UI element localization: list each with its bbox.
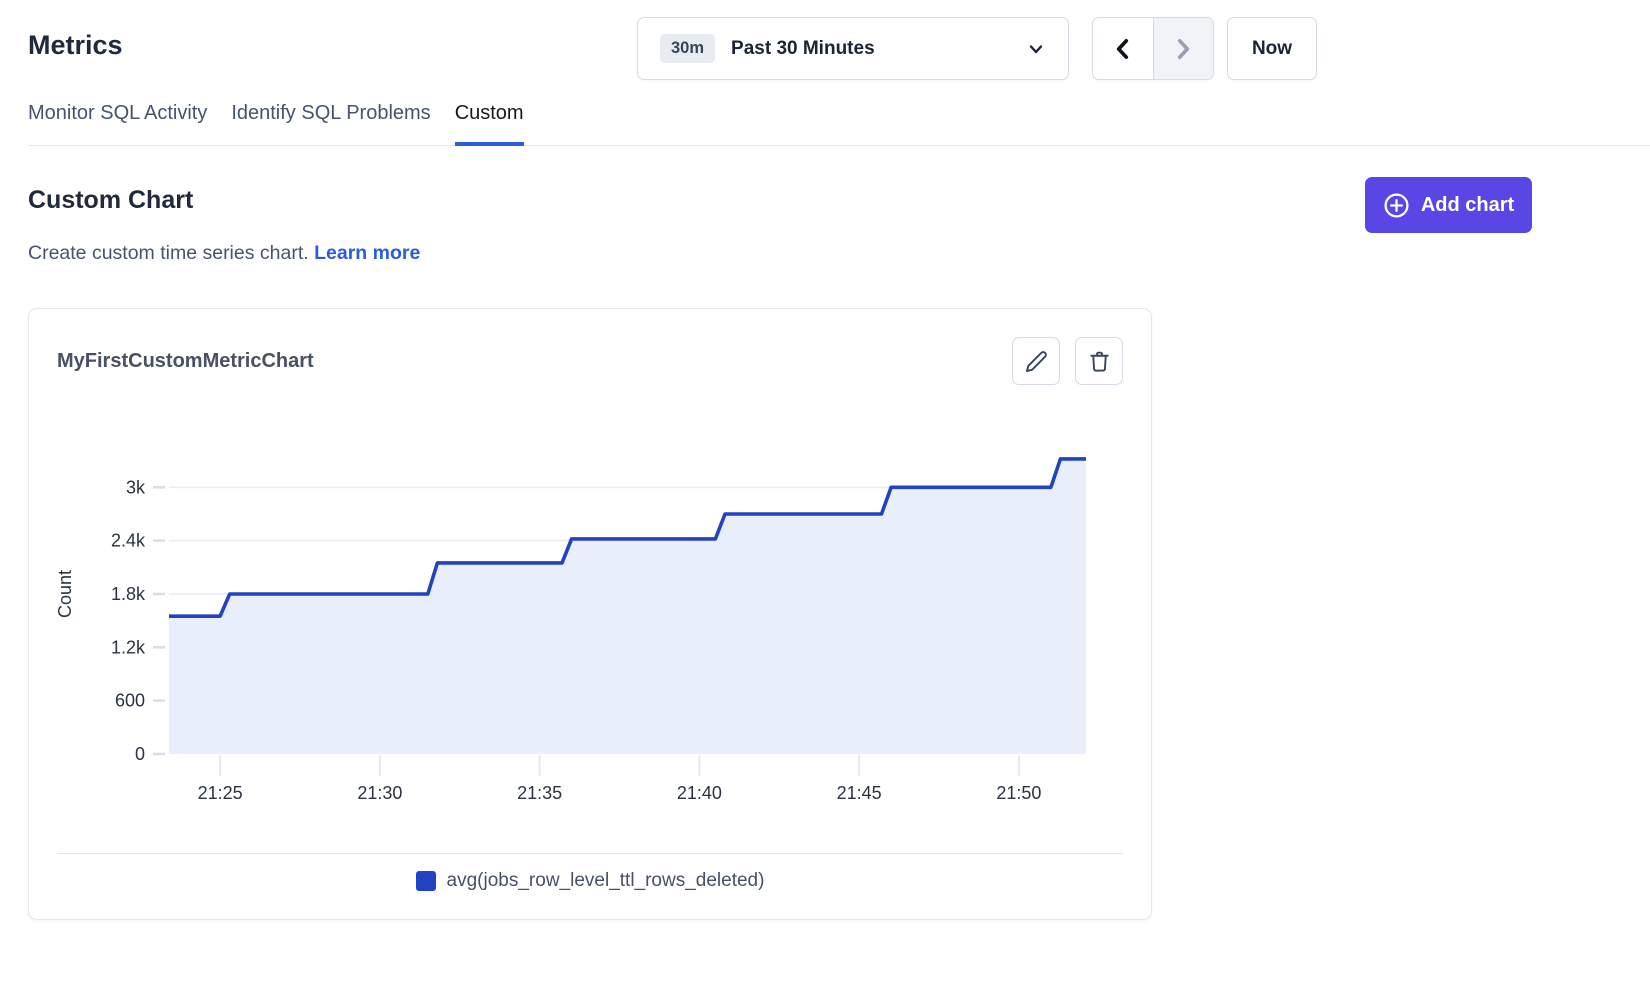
time-range-dropdown[interactable]: 30m Past 30 Minutes [637,17,1069,80]
section-title: Custom Chart [28,186,193,215]
svg-text:1.2k: 1.2k [111,637,146,657]
svg-text:2.4k: 2.4k [111,531,146,551]
tab-identify-sql-problems[interactable]: Identify SQL Problems [231,102,430,145]
time-nav-group [1092,17,1214,80]
add-chart-button[interactable]: Add chart [1365,177,1532,233]
custom-chart-card: MyFirstCustomMetricChart 0 600 1.2k 1.8k 2.4… [28,308,1152,920]
pencil-icon [1025,350,1048,373]
svg-text:0: 0 [135,744,145,764]
plus-circle-icon [1383,192,1410,219]
svg-text:21:30: 21:30 [357,783,402,803]
section-description: Create custom time series chart. Learn m… [28,242,420,265]
svg-text:600: 600 [115,691,145,711]
chevron-left-icon [1110,36,1136,62]
now-button[interactable]: Now [1227,17,1317,80]
svg-text:21:35: 21:35 [517,783,562,803]
time-range-label: Past 30 Minutes [731,38,875,60]
svg-text:1.8k: 1.8k [111,584,146,604]
chart-actions [1012,337,1123,385]
delete-chart-button[interactable] [1075,337,1123,385]
time-back-button[interactable] [1093,18,1153,79]
svg-text:21:50: 21:50 [996,783,1041,803]
tab-monitor-sql-activity[interactable]: Monitor SQL Activity [28,102,207,145]
svg-text:21:40: 21:40 [677,783,722,803]
svg-text:3k: 3k [126,477,146,497]
add-chart-label: Add chart [1421,194,1514,217]
svg-text:21:45: 21:45 [837,783,882,803]
custom-chart-svg[interactable]: 0 600 1.2k 1.8k 2.4k 3k 21:25 21:30 21:35 21:40 21… [57,411,1123,811]
tabs: Monitor SQL Activity Identify SQL Proble… [28,102,1650,146]
card-divider [57,853,1123,854]
section-description-text: Create custom time series chart. [28,242,309,264]
time-range-badge: 30m [660,34,715,63]
svg-text:21:25: 21:25 [198,783,243,803]
chart-title: MyFirstCustomMetricChart [57,350,314,373]
time-forward-button[interactable] [1153,18,1214,79]
chevron-down-icon [1026,39,1046,59]
chart-area: 0 600 1.2k 1.8k 2.4k 3k 21:25 21:30 21:35 21:40 21… [57,411,1123,816]
page-title: Metrics [28,30,123,61]
svg-text:Count: Count [57,570,75,618]
chart-card-header: MyFirstCustomMetricChart [57,337,1123,385]
trash-icon [1088,350,1111,373]
legend-swatch [416,871,436,891]
tab-custom[interactable]: Custom [455,102,524,145]
chart-legend: avg(jobs_row_level_ttl_rows_deleted) [57,870,1123,892]
learn-more-link[interactable]: Learn more [314,242,420,264]
edit-chart-button[interactable] [1012,337,1060,385]
legend-label: avg(jobs_row_level_ttl_rows_deleted) [447,870,765,892]
chevron-right-icon [1170,36,1196,62]
